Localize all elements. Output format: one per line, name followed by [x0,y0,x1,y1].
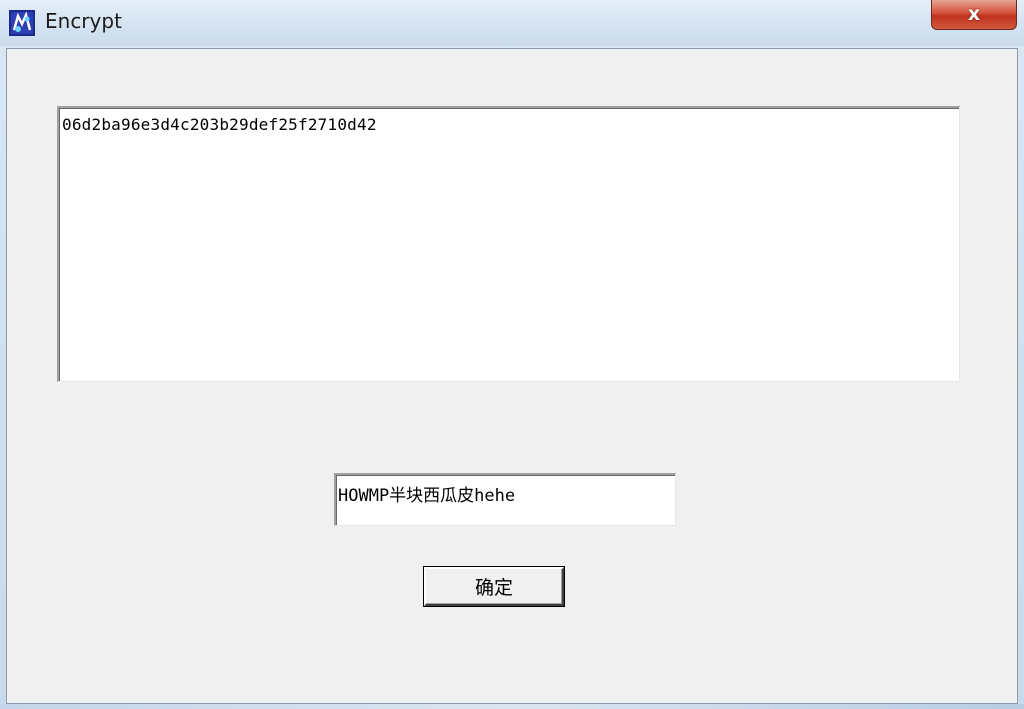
plaintext-input-field[interactable]: HOWMP半块西瓜皮hehe [334,473,676,526]
app-icon [9,10,35,36]
close-button[interactable]: x [931,0,1017,30]
window-bottom-edge [0,704,1024,709]
ok-button[interactable]: 确定 [424,567,564,606]
encrypted-output-textarea[interactable]: 06d2ba96e3d4c203b29def25f2710d42 [57,106,960,382]
close-icon: x [967,3,981,25]
title-bar[interactable]: Encrypt x [0,0,1024,46]
window-title: Encrypt [45,9,122,33]
encrypt-window: Encrypt x 06d2ba96e3d4c203b29def25f2710d… [0,0,1024,709]
encrypted-output-value: 06d2ba96e3d4c203b29def25f2710d42 [62,115,377,134]
plaintext-input-value: HOWMP半块西瓜皮hehe [338,486,516,506]
